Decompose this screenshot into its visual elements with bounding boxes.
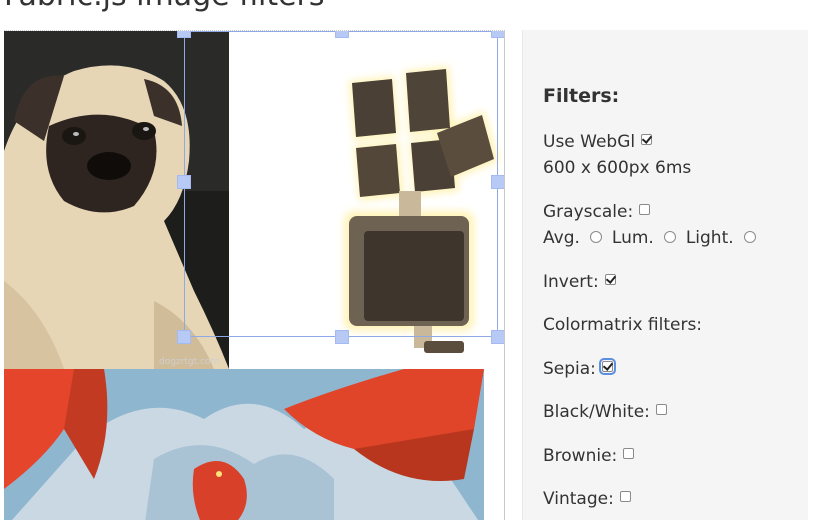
render-stats: 600 x 600px 6ms xyxy=(543,158,691,178)
filters-panel: Filters: Use WebGl 600 x 600px 6ms Grays… xyxy=(522,30,808,520)
brownie-row: Brownie: xyxy=(543,446,635,466)
page: Fabric.js image filters dogzrtgt.com xyxy=(0,0,823,520)
fabric-canvas[interactable]: dogzrtgt.com xyxy=(4,30,505,520)
grayscale-checkbox[interactable] xyxy=(639,203,651,215)
grayscale-mode-lum-label: Lum. xyxy=(611,228,654,248)
grayscale-mode-avg-radio[interactable] xyxy=(589,231,602,243)
pug-watermark: dogzrtgt.com xyxy=(159,357,219,367)
webgl-label: Use WebGl xyxy=(543,132,636,152)
webgl-checkbox[interactable] xyxy=(641,133,653,145)
grayscale-modes-row: Avg. Lum. Light. xyxy=(543,228,766,248)
vintage-label: Vintage: xyxy=(543,489,614,509)
blackwhite-row: Black/White: xyxy=(543,402,667,422)
resize-handle-top-right[interactable] xyxy=(491,31,504,38)
resize-handle-middle-right[interactable] xyxy=(491,175,504,189)
sepia-label: Sepia: xyxy=(543,359,596,379)
vintage-row: Vintage: xyxy=(543,489,631,509)
sepia-row: Sepia: xyxy=(543,357,616,379)
invert-label: Invert: xyxy=(543,272,599,292)
blackwhite-label: Black/White: xyxy=(543,402,650,422)
brownie-checkbox[interactable] xyxy=(623,447,635,459)
render-stats-text: 600 x 600px 6ms xyxy=(543,158,692,178)
resize-handle-bottom-middle[interactable] xyxy=(335,330,349,344)
selection-box[interactable] xyxy=(177,31,504,344)
blackwhite-checkbox[interactable] xyxy=(655,403,667,415)
resize-handle-bottom-right[interactable] xyxy=(491,330,504,344)
grayscale-mode-avg-label: Avg. xyxy=(543,228,580,248)
sepia-checkbox[interactable] xyxy=(598,357,616,375)
resize-handle-bottom-left[interactable] xyxy=(177,330,191,344)
colormatrix-heading: Colormatrix filters: xyxy=(543,315,703,335)
webgl-row: Use WebGl xyxy=(543,132,653,152)
resize-handle-top-left[interactable] xyxy=(177,31,191,38)
grayscale-row: Grayscale: xyxy=(543,202,651,222)
colormatrix-heading-row: Colormatrix filters: xyxy=(543,315,702,335)
canvas-divider xyxy=(504,30,505,520)
filters-title: Filters: xyxy=(543,85,620,107)
page-heading: Fabric.js image filters xyxy=(4,0,325,13)
invert-row: Invert: xyxy=(543,272,616,292)
resize-handle-middle-left[interactable] xyxy=(177,175,191,189)
invert-checkbox[interactable] xyxy=(604,273,616,285)
brownie-label: Brownie: xyxy=(543,446,618,466)
dragon-image[interactable] xyxy=(4,369,484,520)
grayscale-mode-lum-radio[interactable] xyxy=(663,231,676,243)
vintage-checkbox[interactable] xyxy=(619,490,631,502)
grayscale-label: Grayscale: xyxy=(543,202,634,222)
grayscale-mode-light-radio[interactable] xyxy=(743,231,756,243)
resize-handle-top-middle[interactable] xyxy=(335,31,349,38)
grayscale-mode-light-label: Light. xyxy=(685,228,734,248)
